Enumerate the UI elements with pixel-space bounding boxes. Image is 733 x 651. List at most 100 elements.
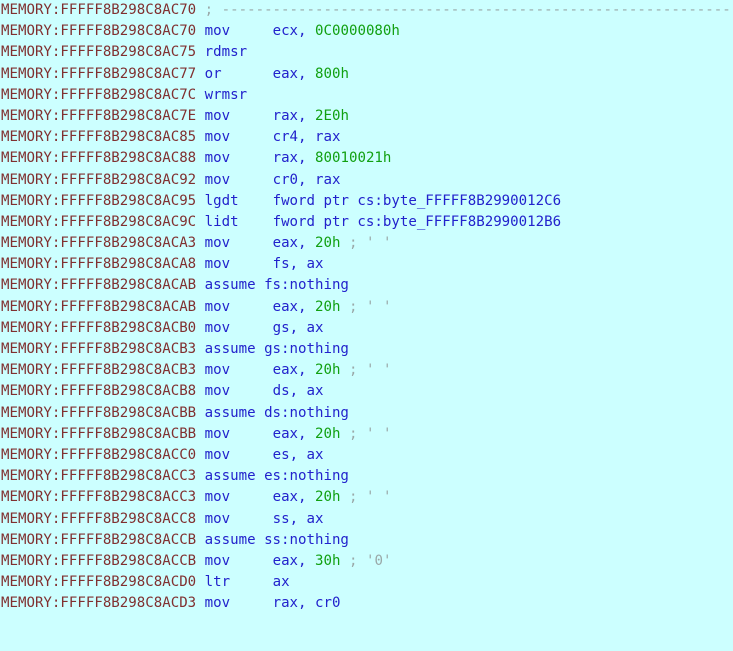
- disassembly-line[interactable]: MEMORY:FFFFF8B298C8ACAB mov eax, 20h ; '…: [0, 297, 733, 318]
- line-address: MEMORY:FFFFF8B298C8AC7E: [1, 107, 197, 124]
- instruction-mnemonic: mov: [204, 383, 231, 400]
- line-address: MEMORY:FFFFF8B298C8ACAB: [1, 298, 197, 315]
- operand-pad: [230, 150, 272, 166]
- instruction-mnemonic: mov: [204, 298, 231, 315]
- operand-separator: ,: [298, 595, 316, 612]
- instruction-operand-1: rax: [272, 595, 299, 612]
- disassembly-line[interactable]: MEMORY:FFFFF8B298C8AC95 lgdt fword ptr c…: [0, 191, 733, 212]
- disassembly-line[interactable]: MEMORY:FFFFF8B298C8AC85 mov cr4, rax: [0, 127, 733, 148]
- disassembly-line[interactable]: MEMORY:FFFFF8B298C8ACD3 mov rax, cr0: [0, 593, 733, 614]
- instruction-mnemonic: mov: [204, 362, 231, 379]
- disassembly-line[interactable]: MEMORY:FFFFF8B298C8AC9C lidt fword ptr c…: [0, 212, 733, 233]
- instruction-operand-2: 30h: [315, 552, 341, 569]
- disassembly-line[interactable]: MEMORY:FFFFF8B298C8ACAB assume fs:nothin…: [0, 275, 733, 296]
- instruction-operand-1: ds: [272, 383, 290, 400]
- operand-separator: ,: [298, 23, 316, 40]
- instruction-operand-2: 0C0000080h: [315, 23, 400, 40]
- disassembly-line[interactable]: MEMORY:FFFFF8B298C8ACC0 mov es, ax: [0, 445, 733, 466]
- line-address: MEMORY:FFFFF8B298C8AC95: [1, 192, 197, 209]
- disassembly-line[interactable]: MEMORY:FFFFF8B298C8ACA3 mov eax, 20h ; '…: [0, 233, 733, 254]
- operand-separator: ,: [298, 150, 316, 167]
- operand-pad: [230, 595, 272, 611]
- instruction-operand-1: eax: [272, 425, 299, 442]
- disassembly-line[interactable]: MEMORY:FFFFF8B298C8ACB8 mov ds, ax: [0, 381, 733, 402]
- instruction-mnemonic: mov: [204, 150, 231, 167]
- disassembly-line[interactable]: MEMORY:FFFFF8B298C8AC7E mov rax, 2E0h: [0, 106, 733, 127]
- line-address: MEMORY:FFFFF8B298C8AC75: [1, 44, 197, 61]
- line-address: MEMORY:FFFFF8B298C8AC7C: [1, 86, 197, 103]
- instruction-mnemonic: mov: [204, 129, 231, 146]
- disassembly-line[interactable]: MEMORY:FFFFF8B298C8AC70 ; --------------…: [0, 0, 733, 21]
- operand-pad: [230, 511, 272, 527]
- disassembly-line[interactable]: MEMORY:FFFFF8B298C8ACB3 assume gs:nothin…: [0, 339, 733, 360]
- disassembly-line[interactable]: MEMORY:FFFFF8B298C8AC88 mov rax, 8001002…: [0, 148, 733, 169]
- assume-directive: assume gs:nothing: [204, 341, 349, 357]
- instruction-mnemonic: mov: [204, 489, 231, 506]
- instruction-mnemonic: lgdt: [204, 192, 239, 209]
- instruction-operand-2: 20h: [315, 362, 341, 379]
- disassembly-line[interactable]: MEMORY:FFFFF8B298C8ACA8 mov fs, ax: [0, 254, 733, 275]
- disassembly-line[interactable]: MEMORY:FFFFF8B298C8ACC8 mov ss, ax: [0, 509, 733, 530]
- disassembly-line[interactable]: MEMORY:FFFFF8B298C8AC77 or eax, 800h: [0, 64, 733, 85]
- disassembly-line[interactable]: MEMORY:FFFFF8B298C8AC70 mov ecx, 0C00000…: [0, 21, 733, 42]
- instruction-operand-2: 80010021h: [315, 150, 392, 167]
- disassembly-line[interactable]: MEMORY:FFFFF8B298C8ACD0 ltr ax: [0, 572, 733, 593]
- line-address: MEMORY:FFFFF8B298C8ACC0: [1, 446, 197, 463]
- line-address: MEMORY:FFFFF8B298C8ACC8: [1, 510, 197, 527]
- comment-pad: [341, 235, 350, 251]
- instruction-mnemonic: lidt: [204, 213, 239, 230]
- disassembly-line[interactable]: MEMORY:FFFFF8B298C8ACCB assume ss:nothin…: [0, 530, 733, 551]
- disassembly-line[interactable]: MEMORY:FFFFF8B298C8ACB3 mov eax, 20h ; '…: [0, 360, 733, 381]
- disassembly-line[interactable]: MEMORY:FFFFF8B298C8ACBB assume ds:nothin…: [0, 403, 733, 424]
- line-address: MEMORY:FFFFF8B298C8AC92: [1, 171, 197, 188]
- operand-separator: ,: [298, 107, 316, 124]
- disassembly-listing[interactable]: MEMORY:FFFFF8B298C8AC70 ; --------------…: [0, 0, 733, 651]
- disassembly-line[interactable]: MEMORY:FFFFF8B298C8AC7C wrmsr: [0, 85, 733, 106]
- instruction-mnemonic: mov: [204, 595, 231, 612]
- disassembly-line[interactable]: MEMORY:FFFFF8B298C8ACCB mov eax, 30h ; '…: [0, 551, 733, 572]
- line-address: MEMORY:FFFFF8B298C8ACBB: [1, 425, 197, 442]
- operand-separator: ,: [289, 383, 307, 400]
- disassembly-line[interactable]: MEMORY:FFFFF8B298C8AC75 rdmsr: [0, 42, 733, 63]
- operand-pad: [230, 553, 272, 569]
- operand-pad: [230, 299, 272, 315]
- instruction-operand-2: ax: [306, 256, 324, 273]
- disassembly-line[interactable]: MEMORY:FFFFF8B298C8ACBB mov eax, 20h ; '…: [0, 424, 733, 445]
- comment-pad: [341, 299, 350, 315]
- instruction-mnemonic: mov: [204, 235, 231, 252]
- instruction-operand-2: rax: [315, 129, 341, 146]
- disassembly-line[interactable]: MEMORY:FFFFF8B298C8ACC3 assume es:nothin…: [0, 466, 733, 487]
- line-comment: ; ' ': [349, 425, 392, 442]
- line-address: MEMORY:FFFFF8B298C8ACD0: [1, 574, 197, 591]
- instruction-operand-1: eax: [272, 362, 299, 379]
- line-address: MEMORY:FFFFF8B298C8AC70: [1, 2, 197, 18]
- instruction-operand-1: fword ptr cs:byte_FFFFF8B2990012B6: [272, 213, 562, 230]
- instruction-operand-1: rax: [272, 107, 299, 124]
- operand-separator: ,: [298, 298, 316, 315]
- operand-separator: ,: [298, 129, 316, 146]
- instruction-operand-1: eax: [272, 65, 299, 82]
- line-comment: ; ' ': [349, 362, 392, 379]
- line-address: MEMORY:FFFFF8B298C8ACA3: [1, 235, 197, 252]
- disassembly-line[interactable]: MEMORY:FFFFF8B298C8ACB0 mov gs, ax: [0, 318, 733, 339]
- instruction-operand-2: ax: [306, 319, 324, 336]
- operand-separator: ,: [298, 552, 316, 569]
- instruction-operand-2: rax: [315, 171, 341, 188]
- line-address: MEMORY:FFFFF8B298C8ACCB: [1, 552, 197, 569]
- operand-separator: ,: [298, 171, 316, 188]
- instruction-mnemonic: mov: [204, 256, 231, 273]
- line-address: MEMORY:FFFFF8B298C8ACC3: [1, 468, 197, 485]
- disassembly-line[interactable]: MEMORY:FFFFF8B298C8AC92 mov cr0, rax: [0, 170, 733, 191]
- operand-pad: [230, 320, 272, 336]
- disassembly-line[interactable]: MEMORY:FFFFF8B298C8ACC3 mov eax, 20h ; '…: [0, 487, 733, 508]
- operand-pad: [230, 489, 272, 505]
